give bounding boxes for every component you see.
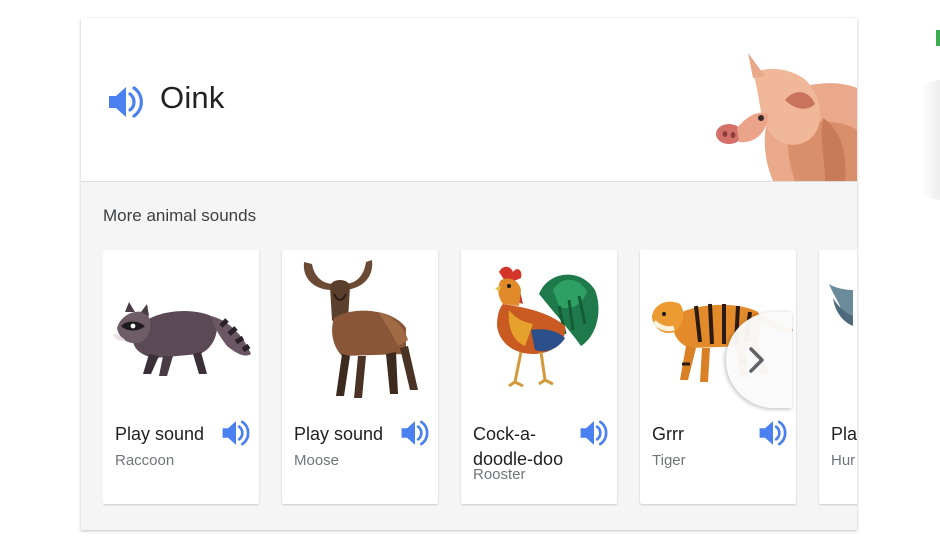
animal-card-rooster[interactable]: Cock-a-doodle-doo Rooster — [461, 250, 617, 504]
speaker-icon[interactable] — [400, 418, 430, 448]
pig-image — [713, 48, 857, 181]
page: Oink More animal sounds Play sound Racco… — [0, 0, 940, 540]
chevron-right-icon — [746, 346, 768, 374]
animal-sound-label: Play sound — [294, 424, 384, 444]
animal-sound-label: Play sound — [115, 424, 205, 444]
animal-sound-title: Oink — [160, 80, 225, 115]
animal-card-raccoon[interactable]: Play sound Raccoon — [103, 250, 259, 504]
carousel-next-button[interactable] — [726, 312, 792, 408]
animal-sound-label: Pla — [831, 424, 857, 444]
rooster-image — [461, 250, 617, 410]
animal-sound-label: Cock-a-doodle-doo — [473, 424, 564, 469]
sound-header: Oink — [81, 18, 857, 182]
animal-card-partial[interactable]: Pla Hur — [819, 250, 857, 504]
animal-name-label: Rooster — [473, 466, 526, 483]
animal-name-label: Moose — [294, 452, 340, 469]
animal-name-label: Hur — [831, 452, 856, 469]
animal-sound-label: Grrr — [652, 424, 684, 444]
whale-image — [819, 250, 857, 410]
section-title: More animal sounds — [103, 206, 257, 225]
animal-name-label: Raccoon — [115, 452, 175, 469]
speaker-icon[interactable] — [107, 84, 145, 120]
edge-accent — [936, 30, 940, 46]
edge-shadow — [920, 80, 940, 200]
animal-sounds-card: Oink More animal sounds Play sound Racco… — [81, 18, 857, 530]
animal-card-moose[interactable]: Play sound Moose — [282, 250, 438, 504]
speaker-icon[interactable] — [221, 418, 251, 448]
speaker-icon[interactable] — [579, 418, 609, 448]
raccoon-image — [103, 250, 259, 410]
animal-name-label: Tiger — [652, 452, 686, 469]
moose-image — [282, 250, 438, 410]
speaker-icon[interactable] — [758, 418, 788, 448]
